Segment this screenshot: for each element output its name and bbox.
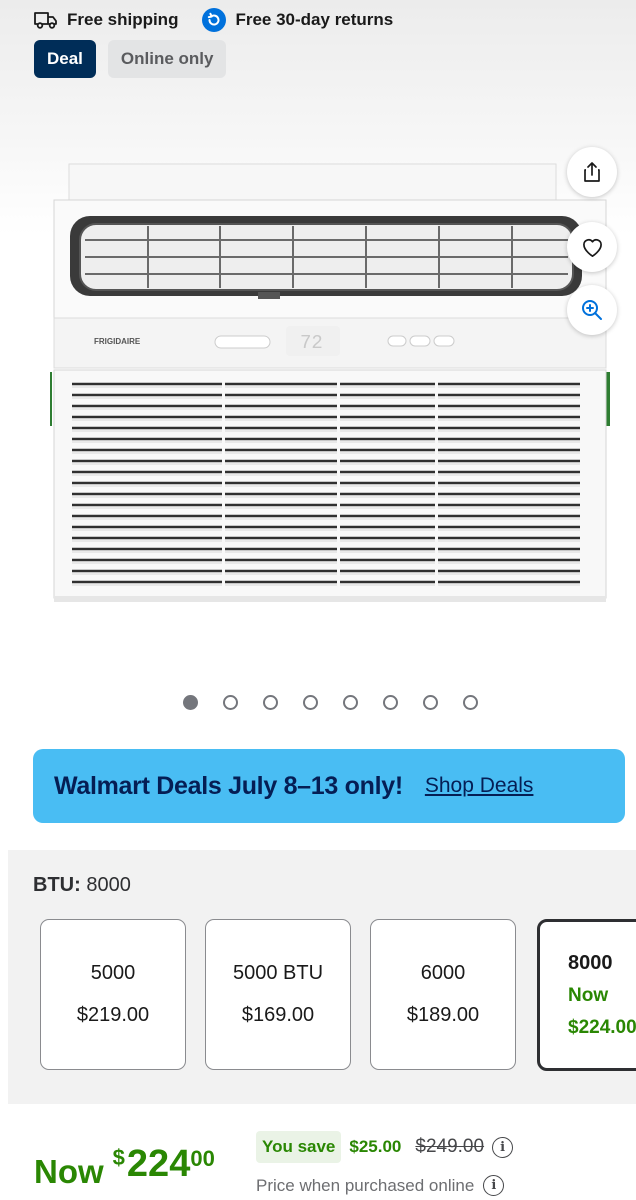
btu-option-price: $189.00 bbox=[406, 1004, 480, 1026]
btu-option-8000-selected[interactable]: 8000 Now $224.00 bbox=[537, 919, 636, 1071]
btu-option-5000-btu[interactable]: 5000 BTU $169.00 bbox=[205, 919, 351, 1070]
truck-icon bbox=[34, 11, 58, 29]
info-icon[interactable]: i bbox=[492, 1136, 514, 1158]
btu-option-value: 5000 bbox=[90, 962, 136, 984]
save-amount: $25.00 bbox=[349, 1137, 402, 1156]
btu-selected-value: 8000 bbox=[86, 874, 131, 896]
current-price: Now $ 224 00 bbox=[34, 1143, 215, 1191]
carousel-dot[interactable] bbox=[343, 695, 358, 710]
heart-icon bbox=[582, 238, 602, 257]
zoom-button[interactable] bbox=[567, 285, 617, 335]
btu-option-value: 8000 bbox=[568, 951, 613, 974]
info-icon[interactable]: i bbox=[483, 1175, 505, 1196]
btu-option-price: $219.00 bbox=[76, 1004, 150, 1026]
carousel-dot[interactable] bbox=[423, 695, 438, 710]
free-shipping-label: Free shipping bbox=[67, 10, 179, 29]
badges: Deal Online only bbox=[34, 40, 227, 78]
favorite-button[interactable] bbox=[567, 222, 617, 272]
brand-label: FRIGIDAIRE bbox=[94, 337, 141, 346]
btu-option-price: $169.00 bbox=[241, 1004, 315, 1026]
price-note: Price when purchased online bbox=[256, 1175, 475, 1195]
btu-option-6000[interactable]: 6000 $189.00 bbox=[370, 919, 516, 1070]
btu-selector: BTU: 8000 5000 $219.00 5000 BTU $169.00 … bbox=[8, 850, 636, 1104]
free-shipping: Free shipping bbox=[34, 10, 178, 30]
carousel-dot[interactable] bbox=[183, 695, 198, 710]
carousel-dot[interactable] bbox=[223, 695, 238, 710]
share-icon bbox=[584, 162, 600, 182]
shipping-info: Free shipping Free 30-day returns bbox=[34, 8, 393, 32]
carousel-dot[interactable] bbox=[263, 695, 278, 710]
was-price: $249.00 bbox=[415, 1136, 485, 1157]
btu-option-value: 5000 BTU bbox=[232, 962, 324, 984]
deal-badge: Deal bbox=[34, 40, 96, 78]
return-arrow-icon bbox=[202, 8, 227, 32]
btu-option-value: 6000 bbox=[420, 962, 466, 984]
you-save-label: You save bbox=[256, 1131, 342, 1163]
deals-banner: Walmart Deals July 8–13 only! Shop Deals bbox=[33, 749, 625, 823]
btu-label-key: BTU: bbox=[33, 874, 81, 896]
btu-label: BTU: 8000 bbox=[33, 874, 131, 897]
price-now-label: Now bbox=[34, 1153, 104, 1190]
btu-option-price: $224.00 bbox=[568, 1016, 636, 1038]
btu-option-now-label: Now bbox=[568, 984, 609, 1006]
savings-row: You save $25.00 $249.00 i bbox=[256, 1131, 514, 1163]
carousel-dots bbox=[183, 695, 478, 710]
carousel-dot[interactable] bbox=[303, 695, 318, 710]
shop-deals-link[interactable]: Shop Deals bbox=[425, 774, 534, 798]
price-cents: 00 bbox=[190, 1146, 215, 1171]
zoom-in-icon bbox=[582, 300, 602, 320]
price-note-row: Price when purchased online i bbox=[256, 1175, 505, 1196]
temperature-display: 72 bbox=[300, 332, 323, 354]
carousel-dot[interactable] bbox=[383, 695, 398, 710]
product-image[interactable]: FRIGIDAIRE 72 bbox=[50, 160, 610, 605]
free-returns: Free 30-day returns bbox=[202, 8, 393, 32]
btu-option-5000[interactable]: 5000 $219.00 bbox=[40, 919, 186, 1070]
online-only-badge: Online only bbox=[107, 40, 227, 78]
banner-title: Walmart Deals July 8–13 only! bbox=[54, 771, 403, 800]
price-currency: $ bbox=[112, 1145, 125, 1170]
price-whole: 224 bbox=[126, 1143, 191, 1185]
free-returns-label: Free 30-day returns bbox=[235, 10, 394, 29]
share-button[interactable] bbox=[567, 147, 617, 197]
product-hero: Free shipping Free 30-day returns Deal O… bbox=[0, 0, 636, 735]
carousel-dot[interactable] bbox=[463, 695, 478, 710]
